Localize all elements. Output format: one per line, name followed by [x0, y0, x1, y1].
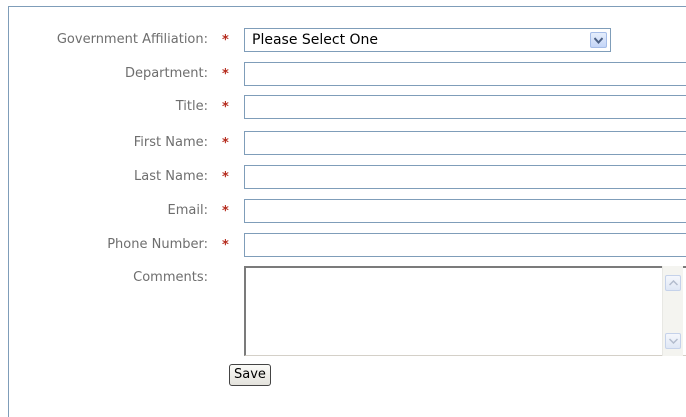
title-label: Title: — [175, 99, 208, 114]
government-affiliation-label: Government Affiliation: — [56, 32, 208, 47]
field-row-department: Department: * — [0, 60, 686, 88]
field-row-government-affiliation: Government Affiliation: * Please Select … — [0, 26, 686, 54]
department-label: Department: — [124, 66, 208, 81]
first-name-input[interactable] — [244, 131, 686, 155]
email-label: Email: — [167, 203, 208, 218]
required-asterisk: * — [222, 67, 229, 82]
comments-label: Comments: — [133, 270, 208, 285]
comments-scrollbar[interactable] — [662, 266, 683, 356]
title-input[interactable] — [244, 95, 686, 119]
field-row-title: Title: * — [0, 93, 686, 121]
last-name-input[interactable] — [244, 165, 686, 189]
phone-number-label: Phone Number: — [107, 237, 208, 252]
required-asterisk: * — [222, 170, 229, 185]
phone-number-input[interactable] — [244, 233, 686, 257]
required-asterisk: * — [222, 100, 229, 115]
government-affiliation-select[interactable]: Please Select One — [244, 28, 611, 52]
field-row-last-name: Last Name: * — [0, 163, 686, 191]
field-row-phone-number: Phone Number: * — [0, 231, 686, 259]
email-input[interactable] — [244, 199, 686, 223]
first-name-label: First Name: — [133, 135, 208, 150]
field-row-email: Email: * — [0, 197, 686, 225]
required-asterisk: * — [222, 136, 229, 151]
field-row-first-name: First Name: * — [0, 129, 686, 157]
department-input[interactable] — [244, 62, 686, 86]
scroll-down-arrow-icon[interactable] — [665, 333, 681, 349]
required-asterisk: * — [222, 204, 229, 219]
last-name-label: Last Name: — [134, 169, 208, 184]
chevron-down-icon[interactable] — [590, 32, 607, 48]
government-affiliation-selected-value: Please Select One — [252, 32, 379, 48]
required-asterisk: * — [222, 238, 229, 253]
comments-textarea[interactable] — [244, 266, 686, 356]
scroll-up-arrow-icon[interactable] — [665, 275, 681, 291]
required-asterisk: * — [222, 33, 229, 48]
save-button[interactable]: Save — [229, 364, 271, 386]
